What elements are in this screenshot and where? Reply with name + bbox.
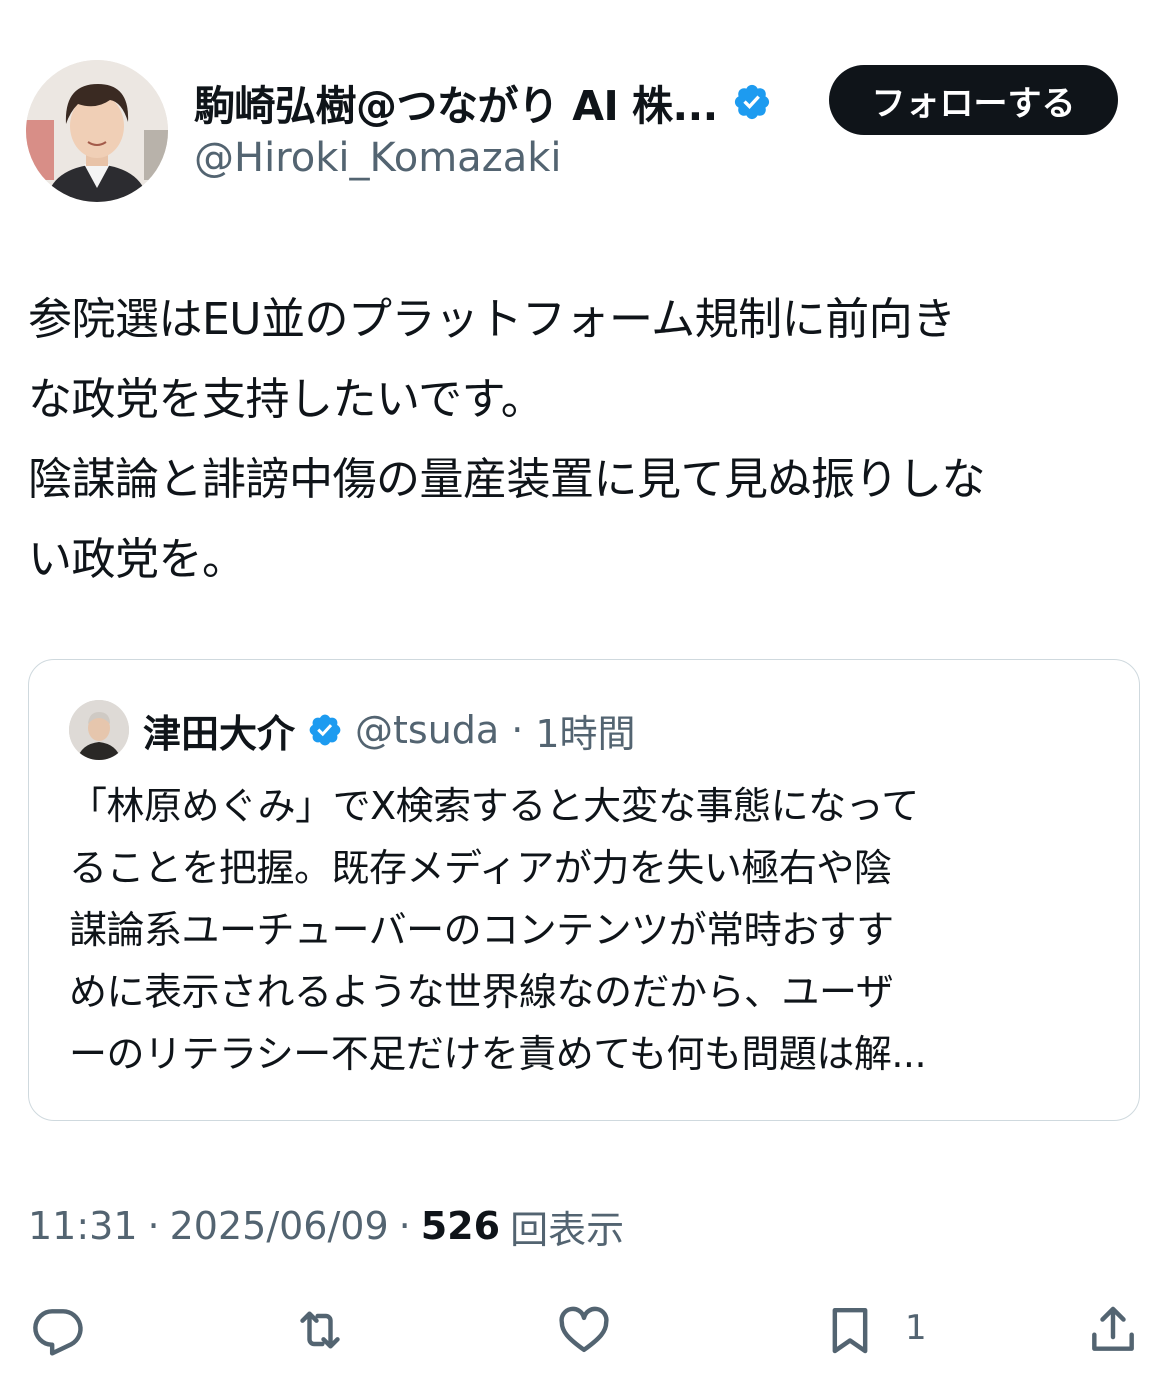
author-handle[interactable]: @Hiroki_Komazaki bbox=[194, 135, 561, 181]
tweet-date[interactable]: 2025/06/09 bbox=[170, 1204, 389, 1248]
tweet-time[interactable]: 11:31 bbox=[28, 1204, 138, 1248]
verified-badge-icon bbox=[734, 84, 769, 120]
share-icon[interactable] bbox=[1083, 1300, 1143, 1360]
tweet-meta: 11:31 · 2025/06/09 · 526 回表示 bbox=[28, 1198, 624, 1254]
quoted-timestamp: 1時間 bbox=[535, 711, 636, 756]
author-name-row: 駒崎弘樹@つながり AI 株... bbox=[194, 74, 772, 130]
quoted-display-name: 津田大介 bbox=[143, 711, 296, 756]
author-avatar[interactable] bbox=[26, 60, 168, 202]
meta-separator: · bbox=[398, 1204, 411, 1248]
bookmark-count: 1 bbox=[905, 1308, 927, 1348]
tweet-text: 参院選はEU並のプラットフォーム規制に前向き な政党を支持したいです。 陰謀論と… bbox=[28, 294, 986, 585]
meta-separator: · bbox=[147, 1204, 160, 1248]
author-display-name[interactable]: 駒崎弘樹@つながり AI 株... bbox=[194, 72, 718, 132]
reply-icon[interactable] bbox=[28, 1300, 88, 1360]
quoted-separator: · bbox=[511, 708, 524, 752]
follow-button[interactable]: フォローする bbox=[829, 65, 1118, 135]
verified-badge-icon bbox=[309, 714, 341, 746]
like-icon[interactable] bbox=[554, 1300, 614, 1360]
retweet-icon[interactable] bbox=[290, 1300, 350, 1360]
quoted-handle: @tsuda bbox=[355, 708, 500, 752]
quoted-tweet-header: 津田大介 @tsuda · 1時間 bbox=[143, 700, 636, 760]
bookmark-icon[interactable] bbox=[820, 1300, 880, 1360]
views-label: 回表示 bbox=[510, 1207, 625, 1252]
quoted-author-avatar bbox=[69, 700, 129, 760]
quoted-tweet-text: 「林原めぐみ」でX検索すると大変な事態になって ることを把握。既存メディアが力を… bbox=[69, 784, 927, 1076]
quoted-tweet-card[interactable]: 津田大介 @tsuda · 1時間 「林原めぐみ」でX検索すると大変な事態になっ… bbox=[28, 659, 1140, 1121]
views-count: 526 bbox=[420, 1204, 501, 1248]
action-bar: 1 bbox=[0, 1300, 1170, 1360]
